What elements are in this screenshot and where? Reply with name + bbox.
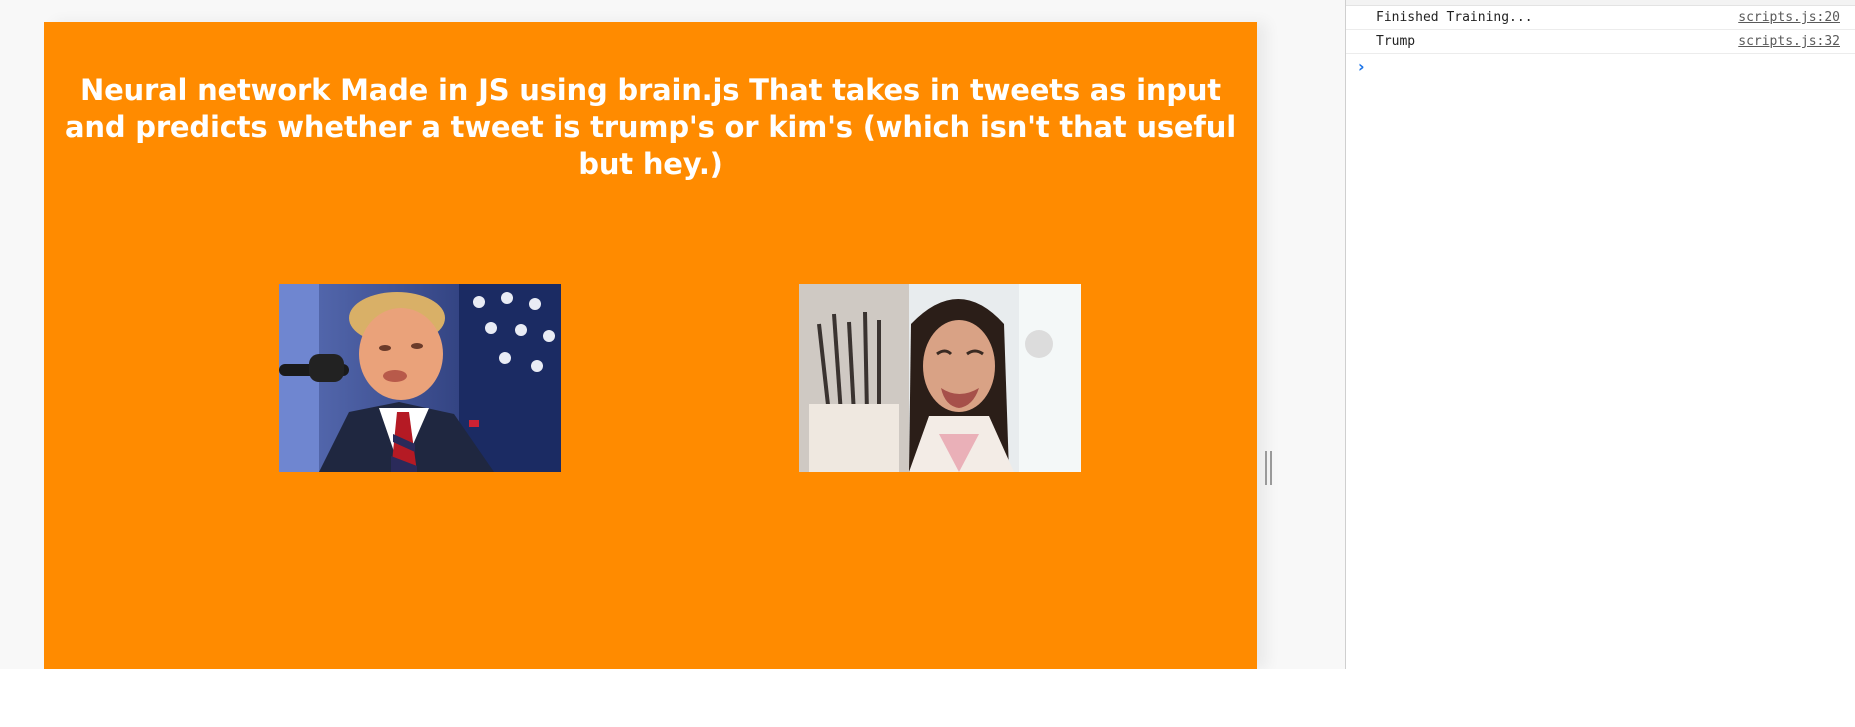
console-input[interactable] — [1376, 56, 1836, 76]
trump-photo — [279, 284, 561, 472]
console-message-text: Trump — [1376, 34, 1416, 49]
page-content: Neural network Made in JS using brain.js… — [44, 22, 1257, 669]
kim-photo — [799, 284, 1081, 472]
page-viewport: Neural network Made in JS using brain.js… — [0, 0, 1345, 669]
console-message-row: Finished Training... scripts.js:20 — [1346, 6, 1855, 30]
console-prompt-row[interactable]: › — [1346, 54, 1855, 80]
devtools-console: Finished Training... scripts.js:20 Trump… — [1345, 0, 1855, 669]
page-title: Neural network Made in JS using brain.js… — [65, 73, 1236, 181]
console-message-row: Trump scripts.js:32 — [1346, 30, 1855, 54]
console-source-link[interactable]: scripts.js:32 — [1738, 30, 1840, 54]
bottom-strip — [0, 669, 1855, 727]
console-message-text: Finished Training... — [1376, 10, 1533, 25]
split-resize-handle[interactable] — [1265, 451, 1272, 485]
console-source-link[interactable]: scripts.js:20 — [1738, 6, 1840, 30]
chevron-right-icon: › — [1358, 57, 1365, 76]
